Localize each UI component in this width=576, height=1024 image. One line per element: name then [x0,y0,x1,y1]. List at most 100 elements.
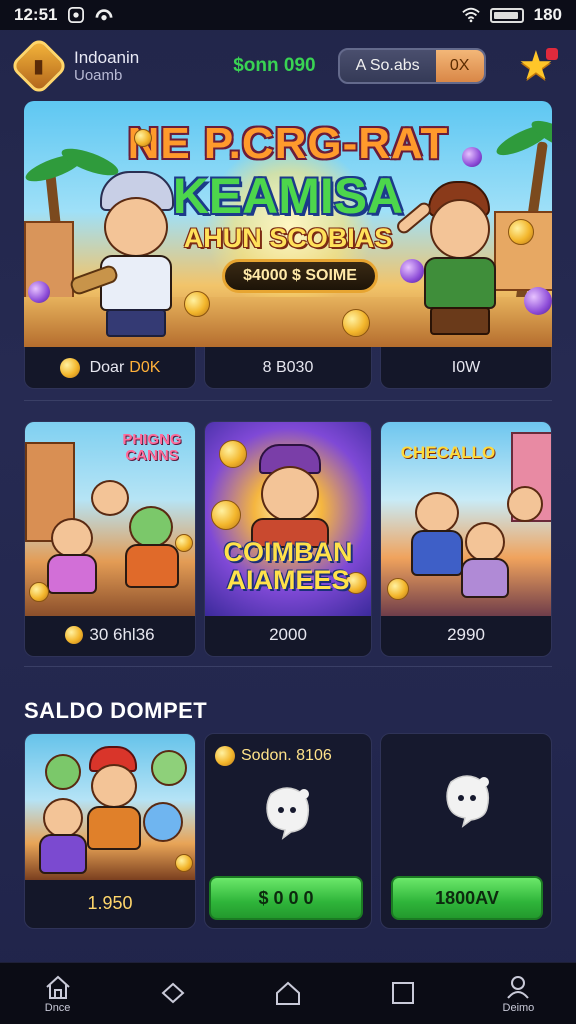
coin-icon [387,578,409,600]
coin-icon [211,500,241,530]
character-legs [106,309,166,337]
battery-text: 180 [533,5,562,24]
game-card-art-title: COIMBAN AIAMEES [223,537,353,596]
avatar-glyph: ▮ [34,55,44,76]
hero-caption-row: Doar D0K 8 B030 I0W [24,347,552,389]
game-card[interactable]: COIMBAN AIAMEES 2000 [204,421,372,657]
coin-icon [219,440,247,468]
gem-icon [400,259,424,283]
section-title: SALDO DOMPET [24,698,208,723]
hero-caption-left-accent: D0K [129,358,161,376]
status-bar: 12:51 180 [0,0,576,30]
status-time: 12:51 [14,5,58,24]
character-body [461,558,509,598]
profile-icon [507,975,530,999]
currency-pill[interactable]: A So.abs 0X [337,48,486,84]
character-legs [430,307,490,335]
wallet-card-art [25,734,195,880]
game-card[interactable]: CHECALLO 2990 [380,421,552,657]
nav-item-label: Deimo [502,1001,535,1014]
wifi-icon [461,7,480,23]
nav-item-center[interactable] [230,963,345,1024]
ghost-icon [266,787,310,840]
avatar[interactable]: ▮ [9,36,69,96]
game-card-art-title: CHECALLO [400,443,496,462]
character-head [415,492,459,534]
character-head [465,522,505,562]
coin-icon [65,626,84,644]
character-head [261,466,319,522]
nav-item-back[interactable] [115,963,230,1024]
game-card-art-title: PHIGNG CANNS [122,431,182,464]
character-body [125,544,179,588]
coin-icon [134,129,152,147]
coin-icon [29,582,49,602]
divider [24,666,552,667]
hero-prize-chip[interactable]: $4000 $ SOIME [222,259,378,293]
battery-icon [489,7,524,23]
coin-icon [508,219,534,245]
pill-label: A So.abs [355,57,420,74]
hero-title-line-3: AHUN SCOBIAS [183,223,393,253]
hero-caption-left-text: Doar [89,358,125,376]
gem-icon [28,281,50,303]
wallet-card-caption-text: 1.950 [87,892,133,913]
wallet-withdraw-button-label: 1800AV [435,887,499,908]
coin-icon [215,746,235,766]
app-header: ▮ Indoanin Uoamb $onn 090 A So.abs 0X ★ [0,30,576,102]
game-card-caption: 30 6hl36 [25,614,195,656]
hero-caption-middle[interactable]: 8 B030 [204,347,372,389]
gem-icon [462,147,482,167]
character-body [87,806,141,850]
character-head [45,754,81,790]
notification-badge [546,48,558,60]
coin-icon [59,357,80,378]
app-icon [96,9,113,21]
nav-item-profile[interactable]: Deimo [461,963,576,1024]
wallet-card[interactable]: 1800AV [380,733,552,929]
character-head [151,750,187,786]
pill-value: 0X [435,50,484,82]
game-card-art: CHECALLO [381,422,551,616]
hero-caption-right[interactable]: I0W [380,347,552,389]
coin-icon [175,854,193,872]
game-card-art: COIMBAN AIAMEES [205,422,371,616]
gem-icon [524,287,552,315]
character-body [47,554,97,594]
nav-item-label: Dnce [44,1001,71,1014]
hero-title-line-2: KEAMISA [172,168,404,224]
wallet-deposit-button[interactable]: $ 0 0 0 [209,876,363,920]
rewards-button[interactable]: ★ [518,46,558,86]
hero-caption-right-text: I0W [451,358,481,376]
game-card-caption: 2000 [205,614,371,656]
notification-icon [68,7,85,23]
character-body [411,530,463,576]
user-info: Indoanin Uoamb [74,48,139,85]
game-card[interactable]: PHIGNG CANNS 30 6hl36 [24,421,196,657]
hero-banner[interactable]: NE P.CRG-RAT KEAMISA AHUN SCOBIAS $4000 … [24,101,552,347]
user-name: Indoanin [74,47,140,67]
hero-caption-left[interactable]: Doar D0K [24,347,196,389]
nav-item-recent[interactable] [346,963,461,1024]
character-head [91,764,137,808]
wallet-card-header: Sodon. 8106 [215,746,332,766]
bottom-nav: Dnce Deimo [0,962,576,1024]
ghost-icon [446,775,490,828]
game-card-caption-text: 30 6hl36 [89,625,155,644]
wallet-card[interactable]: Sodon. 8106 $ 0 0 0 [204,733,372,929]
hero-caption-middle-text: 8 B030 [262,358,314,376]
wallet-card[interactable]: 1.950 [24,733,196,929]
wallet-withdraw-button[interactable]: 1800AV [391,876,543,920]
character-head [129,506,173,548]
coin-icon [342,309,370,337]
square-icon [392,981,415,1004]
home-icon [45,975,70,999]
nav-item-home[interactable]: Dnce [0,963,115,1024]
back-icon [161,982,185,1003]
character-body [39,834,87,874]
character-head [43,798,83,838]
divider [24,400,552,401]
character-head [507,486,543,522]
wallet-card-caption: 1.950 [25,878,195,928]
coin-icon [175,534,193,552]
